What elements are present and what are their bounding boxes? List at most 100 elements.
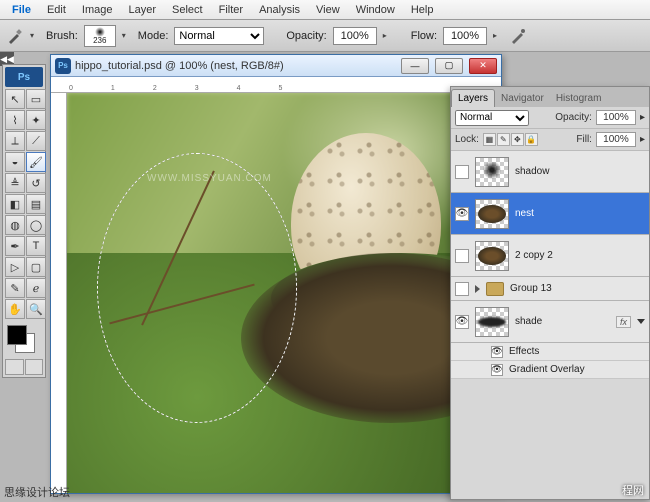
slice-tool[interactable]: ⟋ — [26, 131, 46, 151]
tab-navigator[interactable]: Navigator — [495, 90, 550, 107]
opacity-dropdown-icon[interactable]: ▸ — [383, 31, 393, 40]
expand-arrow-icon[interactable] — [475, 285, 480, 293]
layer-name[interactable]: 2 copy 2 — [515, 250, 645, 261]
brush-preset-picker[interactable]: 236 — [84, 25, 116, 47]
watermark-text: WWW.MISSYUAN.COM — [147, 173, 272, 184]
effect-visibility-toggle[interactable]: 👁 — [491, 346, 503, 358]
standard-mode-button[interactable] — [5, 359, 24, 375]
menu-window[interactable]: Window — [348, 2, 403, 18]
move-tool[interactable]: ↖ — [5, 89, 25, 109]
crop-tool[interactable]: ⟂ — [5, 131, 25, 151]
lock-pixels-icon[interactable]: ✎ — [497, 133, 510, 146]
menu-select[interactable]: Select — [164, 2, 211, 18]
eyedropper-tool[interactable]: ℯ — [26, 278, 46, 298]
menu-filter[interactable]: Filter — [211, 2, 251, 18]
effect-item[interactable]: 👁 Gradient Overlay — [451, 361, 649, 379]
opacity-label: Opacity: — [286, 30, 326, 42]
document-ps-icon: Ps — [55, 58, 71, 74]
fx-badge[interactable]: fx — [616, 316, 631, 328]
layer-thumbnail[interactable] — [475, 307, 509, 337]
effect-name: Gradient Overlay — [509, 364, 585, 375]
menu-view[interactable]: View — [308, 2, 348, 18]
menu-image[interactable]: Image — [74, 2, 121, 18]
flow-field[interactable]: 100% — [443, 27, 487, 45]
close-button[interactable]: ✕ — [469, 58, 497, 74]
menu-file[interactable]: File — [4, 2, 39, 18]
opacity-field[interactable]: 100% — [333, 27, 377, 45]
fill-label: Fill: — [576, 134, 592, 145]
layer-row[interactable]: 👁 shade fx — [451, 301, 649, 343]
layer-thumbnail[interactable] — [475, 199, 509, 229]
fill-slider-icon[interactable]: ▸ — [640, 134, 645, 145]
layer-opacity-field[interactable]: 100% — [596, 110, 636, 125]
lasso-tool[interactable]: ⌇ — [5, 110, 25, 130]
layer-thumbnail[interactable] — [475, 157, 509, 187]
opacity-slider-icon[interactable]: ▸ — [640, 112, 645, 123]
lock-position-icon[interactable]: ✥ — [511, 133, 524, 146]
layer-row[interactable]: shadow — [451, 151, 649, 193]
dodge-tool[interactable]: ◯ — [26, 215, 46, 235]
layer-name[interactable]: Group 13 — [510, 283, 645, 294]
layer-opacity-label: Opacity: — [555, 112, 592, 123]
type-tool[interactable]: T — [26, 236, 46, 256]
effect-visibility-toggle[interactable]: 👁 — [491, 364, 503, 376]
options-bar: ▾ Brush: 236 ▾ Mode: Normal Opacity: 100… — [0, 20, 650, 52]
visibility-toggle[interactable] — [455, 249, 469, 263]
layer-name[interactable]: shade — [515, 316, 610, 327]
fx-expand-icon[interactable] — [637, 319, 645, 324]
brush-dropdown-icon[interactable]: ▾ — [122, 31, 132, 40]
layer-row[interactable]: 2 copy 2 — [451, 235, 649, 277]
blur-tool[interactable]: ◍ — [5, 215, 25, 235]
lock-all-icon[interactable]: 🔒 — [525, 133, 538, 146]
wand-tool[interactable]: ✦ — [26, 110, 46, 130]
menu-edit[interactable]: Edit — [39, 2, 74, 18]
zoom-tool[interactable]: 🔍 — [26, 299, 46, 319]
path-select-tool[interactable]: ▷ — [5, 257, 25, 277]
tool-preset-dropdown-icon[interactable]: ▾ — [30, 31, 40, 40]
foreground-color-swatch[interactable] — [7, 325, 27, 345]
blend-mode-select[interactable]: Normal — [174, 27, 264, 45]
visibility-toggle[interactable]: 👁 — [455, 207, 469, 221]
flow-dropdown-icon[interactable]: ▸ — [493, 31, 503, 40]
marquee-tool[interactable]: ▭ — [26, 89, 46, 109]
layer-name[interactable]: nest — [515, 208, 645, 219]
effects-header[interactable]: 👁 Effects — [451, 343, 649, 361]
stamp-tool[interactable]: ≜ — [5, 173, 25, 193]
shape-tool[interactable]: ▢ — [26, 257, 46, 277]
history-brush-tool[interactable]: ↺ — [26, 173, 46, 193]
visibility-toggle[interactable]: 👁 — [455, 315, 469, 329]
menu-analysis[interactable]: Analysis — [251, 2, 308, 18]
menu-layer[interactable]: Layer — [121, 2, 165, 18]
layer-row[interactable]: 👁 nest — [451, 193, 649, 235]
layer-name[interactable]: shadow — [515, 166, 645, 177]
lock-transparency-icon[interactable]: ▦ — [483, 133, 496, 146]
maximize-button[interactable]: ▢ — [435, 58, 463, 74]
menu-help[interactable]: Help — [403, 2, 442, 18]
quickmask-mode-button[interactable] — [25, 359, 44, 375]
eraser-tool[interactable]: ◧ — [5, 194, 25, 214]
layer-group-row[interactable]: Group 13 — [451, 277, 649, 301]
photoshop-logo-icon: Ps — [5, 67, 43, 87]
mode-label: Mode: — [138, 30, 169, 42]
airbrush-icon[interactable] — [509, 27, 527, 45]
tab-histogram[interactable]: Histogram — [550, 90, 608, 107]
fill-field[interactable]: 100% — [596, 132, 636, 147]
minimize-button[interactable]: — — [401, 58, 429, 74]
pen-tool[interactable]: ✒ — [5, 236, 25, 256]
visibility-toggle[interactable] — [455, 165, 469, 179]
brush-size-value: 236 — [93, 37, 106, 45]
hand-tool[interactable]: ✋ — [5, 299, 25, 319]
layer-list: shadow 👁 nest 2 copy 2 Group 13 👁 shade … — [451, 151, 649, 499]
document-titlebar[interactable]: Ps hippo_tutorial.psd @ 100% (nest, RGB/… — [51, 55, 501, 77]
layer-blend-mode-select[interactable]: Normal — [455, 110, 529, 126]
lock-buttons: ▦✎✥🔒 — [483, 133, 539, 146]
tab-layers[interactable]: Layers — [451, 89, 495, 107]
color-swatches[interactable] — [5, 323, 43, 357]
gradient-tool[interactable]: ▤ — [26, 194, 46, 214]
brush-tool[interactable]: 🖌 — [26, 152, 46, 172]
canvas[interactable]: WWW.MISSYUAN.COM — [67, 93, 501, 493]
layer-thumbnail[interactable] — [475, 241, 509, 271]
visibility-toggle[interactable] — [455, 282, 469, 296]
notes-tool[interactable]: ✎ — [5, 278, 25, 298]
spot-heal-tool[interactable]: ◒ — [5, 152, 25, 172]
